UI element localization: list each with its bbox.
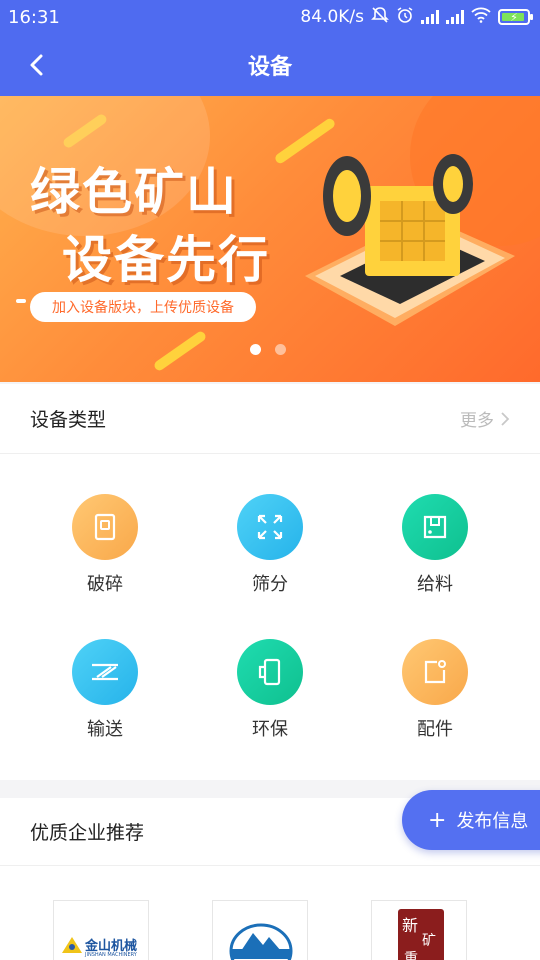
wifi-icon bbox=[471, 7, 491, 28]
svg-text:矿: 矿 bbox=[422, 933, 436, 949]
status-time: 16:31 bbox=[8, 6, 60, 28]
section-title: 优质企业推荐 bbox=[30, 822, 145, 844]
battery-icon: ⚡ bbox=[498, 9, 533, 25]
conveyor-icon bbox=[72, 639, 138, 705]
plus-icon: + bbox=[428, 807, 447, 833]
feeder-icon bbox=[402, 494, 468, 560]
category-label: 破碎 bbox=[87, 574, 123, 595]
signal-icon bbox=[421, 10, 439, 24]
carousel-dot[interactable] bbox=[250, 344, 261, 355]
chevron-right-icon bbox=[501, 411, 510, 426]
category-grid: 破碎 筛分 给料 输送 环保 配件 bbox=[0, 454, 540, 780]
more-link[interactable]: 更多 bbox=[460, 406, 510, 431]
svg-text:重: 重 bbox=[404, 951, 418, 960]
eco-device-icon bbox=[237, 639, 303, 705]
enterprise-logo-jinshan[interactable]: 金山机械 JINSHAN MACHINERY bbox=[53, 900, 149, 960]
sanme-logo bbox=[229, 923, 293, 960]
enterprise-logo-xinkuang[interactable]: 新 矿 重 bbox=[371, 900, 467, 960]
more-label: 更多 bbox=[460, 411, 494, 431]
enterprise-logo-sanme[interactable] bbox=[212, 900, 308, 960]
category-screening[interactable]: 筛分 bbox=[200, 494, 340, 596]
category-feeding[interactable]: 给料 bbox=[365, 494, 505, 596]
promo-banner[interactable]: 绿色矿山 设备先行 加入设备版块，上传优质设备 bbox=[0, 96, 540, 382]
page-title: 设备 bbox=[247, 55, 292, 80]
category-conveying[interactable]: 输送 bbox=[35, 639, 175, 741]
publish-label: 发布信息 bbox=[456, 811, 529, 832]
alarm-clock-icon bbox=[396, 6, 414, 29]
jinshan-subtitle: JINSHAN MACHINERY bbox=[85, 952, 137, 958]
publish-info-button[interactable]: + 发布信息 bbox=[402, 790, 540, 850]
category-label: 环保 bbox=[252, 719, 288, 740]
signal-icon bbox=[446, 10, 464, 24]
carousel-indicator bbox=[250, 344, 286, 355]
carousel-dot[interactable] bbox=[275, 344, 286, 355]
category-label: 输送 bbox=[87, 719, 123, 740]
crusher-machine-illustration bbox=[305, 154, 515, 326]
category-crushing[interactable]: 破碎 bbox=[35, 494, 175, 596]
xinkuang-seal-logo: 新 矿 重 bbox=[398, 909, 444, 960]
expand-arrows-icon bbox=[237, 494, 303, 560]
category-parts[interactable]: 配件 bbox=[365, 639, 505, 741]
banner-headline: 设备先行 bbox=[62, 231, 270, 289]
equipment-type-header: 设备类型 更多 bbox=[0, 384, 540, 454]
section-title: 设备类型 bbox=[30, 409, 107, 431]
chevron-left-icon bbox=[30, 54, 43, 76]
category-label: 给料 bbox=[417, 574, 453, 595]
category-label: 筛分 bbox=[252, 574, 288, 595]
crusher-icon bbox=[72, 494, 138, 560]
nav-bar: 设备 bbox=[0, 34, 540, 96]
banner-slogan: 加入设备版块，上传优质设备 bbox=[30, 292, 256, 322]
category-label: 配件 bbox=[417, 719, 453, 740]
back-button[interactable] bbox=[20, 48, 54, 82]
category-environmental[interactable]: 环保 bbox=[200, 639, 340, 741]
network-speed: 84.0K/s bbox=[300, 7, 364, 27]
svg-text:新: 新 bbox=[402, 916, 418, 935]
status-bar: 16:31 84.0K/s ⚡ bbox=[0, 0, 540, 34]
status-icons: 84.0K/s ⚡ bbox=[300, 6, 533, 29]
enterprise-logo-list: 金山机械 JINSHAN MACHINERY 新 矿 重 bbox=[0, 866, 540, 960]
parts-icon bbox=[402, 639, 468, 705]
banner-headline: 绿色矿山 bbox=[30, 163, 238, 221]
mute-bell-icon bbox=[371, 6, 389, 29]
